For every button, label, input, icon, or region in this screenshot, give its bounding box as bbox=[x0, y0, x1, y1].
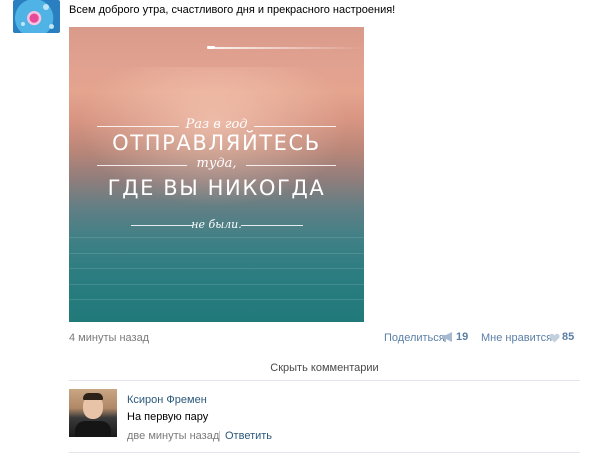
comment-text: На первую пару bbox=[127, 411, 209, 423]
reply-button[interactable]: Ответить bbox=[225, 430, 272, 442]
post-photo[interactable]: Раз в год ОТПРАВЛЯЙТЕСЬ туда, ГДЕ ВЫ НИК… bbox=[69, 27, 364, 322]
divider bbox=[69, 380, 580, 381]
share-count: 19 bbox=[456, 331, 469, 343]
quote-rule bbox=[97, 126, 179, 127]
quote-rule bbox=[131, 225, 193, 226]
image-quote: Раз в год ОТПРАВЛЯЙТЕСЬ туда, ГДЕ ВЫ НИК… bbox=[69, 27, 364, 322]
like-button[interactable]: Мне нравится bbox=[481, 332, 552, 344]
heart-icon[interactable] bbox=[549, 333, 560, 343]
author-avatar[interactable] bbox=[13, 0, 60, 33]
quote-rule bbox=[97, 165, 187, 166]
post-text: Всем доброго утра, счастливого дня и пре… bbox=[69, 4, 396, 16]
share-button[interactable]: Поделиться bbox=[384, 332, 445, 344]
hide-comments-button[interactable]: Скрыть комментарии bbox=[69, 362, 580, 374]
like-count: 85 bbox=[562, 331, 575, 343]
post-time[interactable]: 4 минуты назад bbox=[69, 332, 149, 344]
megaphone-icon[interactable] bbox=[441, 331, 455, 343]
quote-line-4: ГДЕ ВЫ НИКОГДА bbox=[107, 176, 326, 200]
commenter-avatar[interactable] bbox=[69, 389, 117, 437]
quote-rule bbox=[254, 126, 336, 127]
quote-line-2: ОТПРАВЛЯЙТЕСЬ bbox=[112, 131, 321, 155]
quote-rule bbox=[241, 225, 303, 226]
quote-rule bbox=[246, 165, 336, 166]
quote-line-1: Раз в год bbox=[185, 117, 248, 132]
comment-time[interactable]: две минуты назад bbox=[127, 430, 219, 442]
wall-post: Всем доброго утра, счастливого дня и пре… bbox=[0, 0, 600, 455]
commenter-name[interactable]: Ксирон Фремен bbox=[127, 394, 207, 406]
quote-line-5: не были. bbox=[191, 218, 242, 231]
comment-separator: | bbox=[218, 430, 221, 442]
quote-line-3: туда, bbox=[196, 156, 237, 171]
divider bbox=[69, 452, 580, 453]
